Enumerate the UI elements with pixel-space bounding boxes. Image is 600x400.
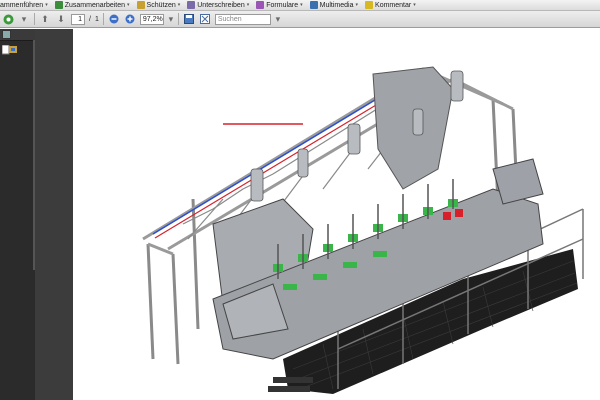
menu-item-label: Formulare — [266, 1, 299, 9]
navigation-panel — [0, 29, 35, 400]
zoom-in-icon[interactable] — [124, 13, 136, 25]
menu-bar: ammenführen ▾ Zusammenarbeiten ▾ Schützen ▾ Un… — [0, 0, 600, 11]
chevron-down-icon: ▾ — [177, 2, 181, 8]
divider — [34, 13, 35, 25]
divider — [102, 13, 104, 25]
menu-item-6[interactable]: Kommentar ▾ — [365, 1, 416, 9]
chevron-down-icon[interactable]: ▾ — [18, 13, 30, 25]
menu-item-0[interactable]: ammenführen ▾ — [0, 2, 48, 9]
menu-item-label: Schützen — [146, 1, 176, 9]
previous-page-icon[interactable]: ⬆ — [39, 13, 51, 25]
page-current: 1 — [78, 15, 82, 23]
navigation-panel-header — [0, 29, 35, 41]
menu-item-label: Multimedia — [319, 1, 354, 9]
menu-item-label: Zusammenarbeiten — [64, 1, 126, 9]
document-gutter — [35, 29, 73, 400]
search-input[interactable]: Suchen — [214, 13, 271, 25]
chevron-down-icon: ▾ — [355, 2, 359, 8]
document-page[interactable] — [73, 29, 600, 400]
film-icon — [309, 1, 318, 9]
save-icon[interactable] — [183, 13, 195, 25]
share-icon[interactable] — [2, 13, 14, 25]
pen-icon — [187, 1, 196, 9]
chevron-down-icon: ▾ — [45, 2, 48, 8]
menu-item-5[interactable]: Multimedia ▾ — [309, 1, 359, 9]
zoom-out-icon[interactable] — [108, 13, 120, 25]
search-placeholder: Suchen — [217, 15, 242, 23]
thumbnail-icon[interactable] — [1, 44, 33, 57]
cad-machine-drawing — [142, 66, 584, 394]
menu-item-3[interactable]: Unterschreiben ▾ — [187, 1, 249, 9]
fit-page-icon[interactable] — [199, 13, 211, 25]
menu-item-label: Kommentar — [375, 1, 412, 9]
chevron-down-icon[interactable]: ▾ — [168, 13, 174, 25]
comment-icon — [365, 1, 374, 9]
form-icon — [256, 1, 265, 9]
page-separator: / — [89, 15, 91, 23]
divider — [177, 13, 179, 25]
zoom-value: 97,2% — [142, 15, 163, 23]
page-number-input[interactable]: 1 — [71, 13, 85, 25]
next-page-icon[interactable]: ⬇ — [55, 13, 67, 25]
toolbar: ▾ ⬆ ⬇ 1 / 1 97,2% ▾ Suchen ▾ — [0, 11, 600, 28]
chevron-down-icon: ▾ — [300, 2, 303, 8]
chevron-down-icon: ▾ — [246, 2, 250, 8]
chevron-down-icon: ▾ — [127, 2, 130, 8]
chevron-down-icon: ▾ — [413, 2, 416, 8]
collaborate-icon — [54, 1, 63, 9]
chevron-down-icon[interactable]: ▾ — [275, 13, 281, 25]
menu-item-4[interactable]: Formulare ▾ — [256, 1, 303, 9]
lock-icon — [136, 1, 145, 9]
menu-item-label: Unterschreiben — [197, 1, 245, 9]
menu-item-2[interactable]: Schützen ▾ — [136, 1, 181, 9]
menu-item-label: ammenführen — [0, 1, 44, 9]
menu-item-1[interactable]: Zusammenarbeiten ▾ — [54, 1, 130, 9]
zoom-field[interactable]: 97,2% — [139, 13, 164, 25]
panel-options-icon[interactable] — [2, 30, 11, 39]
page-total: 1 — [94, 15, 99, 23]
